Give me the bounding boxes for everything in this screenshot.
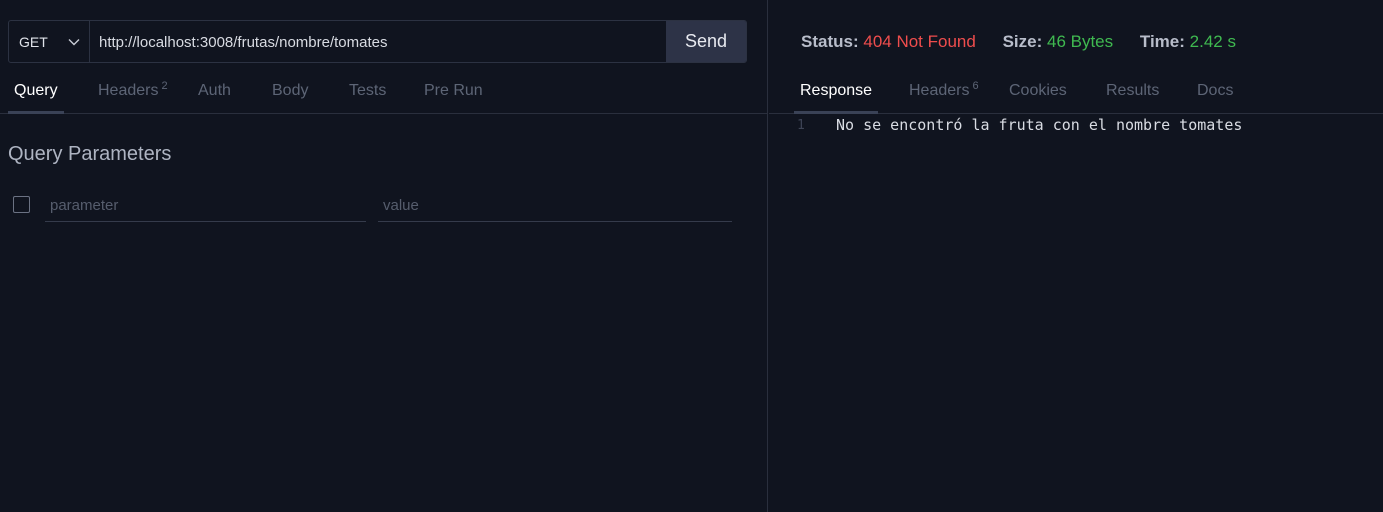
time-label: Time: xyxy=(1139,32,1185,51)
response-text: No se encontró la fruta con el nombre to… xyxy=(836,116,1243,134)
status-stat: Status: 404 Not Found xyxy=(801,32,976,52)
tab-response[interactable]: Response xyxy=(793,82,879,114)
tab-body[interactable]: Body xyxy=(272,82,308,113)
tab-auth[interactable]: Auth xyxy=(198,82,231,113)
tab-headers[interactable]: Headers 2 xyxy=(98,80,168,113)
tab-response-headers[interactable]: Headers 6 xyxy=(909,80,979,113)
tab-tests[interactable]: Tests xyxy=(349,82,386,113)
size-stat: Size: 46 Bytes xyxy=(1003,32,1114,52)
method-select[interactable]: GET xyxy=(9,21,90,62)
status-value: 404 Not Found xyxy=(863,32,976,51)
size-value: 46 Bytes xyxy=(1046,32,1114,51)
request-pane: GET Send Query Headers2 Auth Body Tes xyxy=(0,0,768,512)
thunder-client-view: GET Send Query Headers2 Auth Body Tes xyxy=(0,0,1383,512)
request-bar: GET Send xyxy=(8,20,747,64)
value-input[interactable] xyxy=(378,190,732,222)
tab-label: Headers xyxy=(909,82,970,99)
tab-label: Response xyxy=(800,82,873,99)
time-value: 2.42 s xyxy=(1189,32,1236,51)
tab-label: Docs xyxy=(1197,82,1234,99)
tab-label: Cookies xyxy=(1009,82,1067,99)
tab-label: Body xyxy=(272,82,309,99)
tab-label: Query xyxy=(14,82,58,99)
tab-pre-run[interactable]: Pre Run xyxy=(424,82,483,113)
tab-badge: 2 xyxy=(161,80,168,92)
tab-label: Tests xyxy=(349,82,387,99)
tab-query[interactable]: Query xyxy=(8,82,64,114)
url-input[interactable] xyxy=(90,21,666,64)
time-stat: Time: 2.42 s xyxy=(1140,32,1236,52)
status-label: Status: xyxy=(801,32,859,51)
query-parameters-title: Query Parameters xyxy=(8,143,172,165)
tab-label: Results xyxy=(1106,82,1160,99)
param-enable-checkbox[interactable] xyxy=(13,196,30,213)
tab-cookies[interactable]: Cookies xyxy=(1009,82,1067,113)
tab-results[interactable]: Results xyxy=(1106,82,1159,113)
parameter-input[interactable] xyxy=(45,190,366,222)
request-tabs: Query Headers 2 Auth Body Tests Pre Run xyxy=(0,76,768,114)
tab-label: Headers xyxy=(98,82,159,99)
chevron-down-icon xyxy=(68,38,80,45)
tab-badge: 6 xyxy=(972,80,979,92)
line-number: 1 xyxy=(797,118,805,133)
method-value: GET xyxy=(19,33,48,50)
status-row: Status: 404 Not Found Size: 46 Bytes Tim… xyxy=(801,32,1258,52)
size-label: Size: xyxy=(1002,32,1043,51)
send-button[interactable]: Send xyxy=(666,21,746,62)
tab-label: Auth xyxy=(198,82,231,99)
tab-docs[interactable]: Docs xyxy=(1197,82,1233,113)
response-pane: Status: 404 Not Found Size: 46 Bytes Tim… xyxy=(769,0,1383,512)
tab-label: Pre Run xyxy=(424,82,483,99)
response-tabs: Response Headers 6 Cookies Results Docs xyxy=(769,76,1383,114)
